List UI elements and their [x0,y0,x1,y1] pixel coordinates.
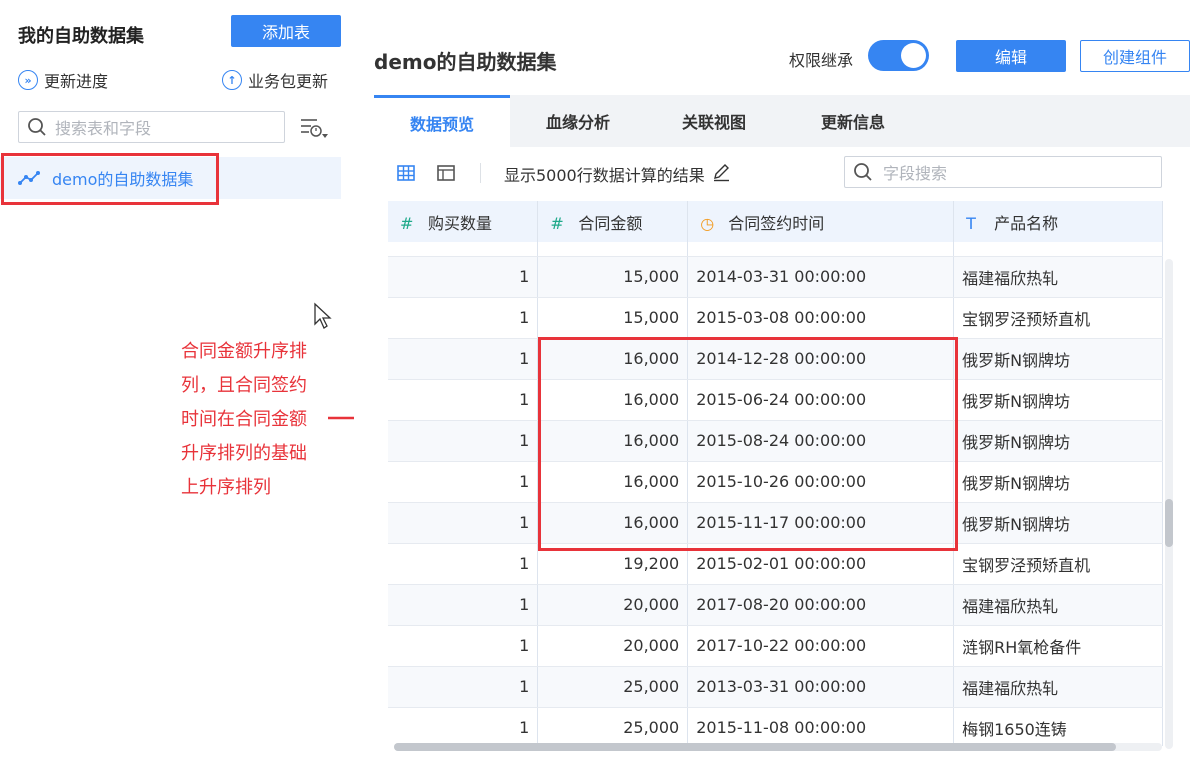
amount-cell[interactable]: 20,000 [537,625,689,667]
product-name-cell[interactable]: 俄罗斯N钢牌坊 [953,379,1163,421]
product-name-cell[interactable]: 宝钢罗泾预矫直机 [953,543,1163,585]
table-row[interactable]: 1 15,000 2015-03-08 00:00:00 宝钢罗泾预矫直机 [388,297,1163,339]
table-row [388,242,1163,257]
field-search-placeholder: 字段搜索 [883,164,948,183]
layout-view-icon[interactable] [436,163,456,183]
create-component-button[interactable]: 创建组件 [1080,40,1190,72]
tab-bar: 数据预览 血缘分析 关联视图 更新信息 [374,95,1190,147]
table-row[interactable]: 1 20,000 2017-10-22 00:00:00 涟钢RH氧枪备件 [388,625,1163,667]
quantity-cell[interactable]: 1 [388,379,539,421]
permission-inherit-label: 权限继承 [789,51,854,70]
page-title: demo的自助数据集 [374,50,557,74]
sign-date-cell[interactable]: 2014-03-31 00:00:00 [687,256,955,298]
column-header[interactable]: # 合同金额 [537,201,689,242]
sidebar-title: 我的自助数据集 [18,26,144,47]
annotation-line: 列，且合同签约 [181,375,307,396]
filter-sort-icon[interactable] [299,116,329,140]
product-name-cell[interactable]: 俄罗斯N钢牌坊 [953,338,1163,380]
annotation-line: 时间在合同金额 [181,409,307,430]
amount-cell[interactable]: 20,000 [537,584,689,626]
product-name-cell[interactable]: 梅钢1650连铸 [953,707,1163,746]
table-header-row: # 购买数量 # 合同金额 ◷ 合同签约时间 T 产品名称 [388,201,1163,242]
clock-type-icon: ◷ [700,213,715,233]
left-sidebar: 我的自助数据集 添加表 » 更新进度 ↑ 业务包更新 搜索表和字段 demo的自… [0,0,539,762]
column-header[interactable]: ◷ 合同签约时间 [687,201,955,242]
grid-view-icon[interactable] [396,163,416,183]
annotation-note: 合同金额升序排 列，且合同签约 时间在合同金额 升序排列的基础 上升序排列 [181,335,331,505]
table-row[interactable]: 1 25,000 2015-11-08 00:00:00 梅钢1650连铸 [388,707,1163,746]
horizontal-scrollbar[interactable] [394,743,1162,751]
rows-highlight-box [538,337,958,551]
display-rows-label: 显示5000行数据计算的结果 [504,166,705,185]
quantity-cell[interactable]: 1 [388,420,539,462]
quantity-cell[interactable]: 1 [388,584,539,626]
vertical-scrollbar[interactable] [1165,259,1173,749]
sign-date-cell[interactable]: 2015-03-08 00:00:00 [687,297,955,339]
quantity-cell[interactable]: 1 [388,256,539,298]
quantity-cell[interactable]: 1 [388,543,539,585]
quantity-cell[interactable]: 1 [388,625,539,667]
dataset-highlight-box [1,153,219,205]
field-search-input[interactable]: 字段搜索 [844,156,1162,188]
annotation-line: 合同金额升序排 [181,341,307,362]
annotation-line: 升序排列的基础 [181,443,307,464]
tab-lineage-analysis[interactable]: 血缘分析 [510,95,646,147]
upload-icon: ↑ [222,70,242,90]
sign-date-cell[interactable]: 2015-11-08 00:00:00 [687,707,955,746]
mouse-cursor-icon [314,302,332,329]
table-row[interactable]: 1 25,000 2013-03-31 00:00:00 福建福欣热轧 [388,666,1163,708]
amount-cell[interactable]: 15,000 [537,256,689,298]
number-type-icon: # [550,213,564,233]
sign-date-cell[interactable]: 2013-03-31 00:00:00 [687,666,955,708]
toolbar-divider [480,163,481,183]
text-type-icon: T [966,213,976,233]
search-icon [28,118,46,136]
package-update-label: 业务包更新 [248,72,329,91]
annotation-line: 上升序排列 [181,477,271,498]
package-update-link[interactable]: ↑ 业务包更新 [222,68,328,92]
quantity-cell[interactable]: 1 [388,666,539,708]
tab-update-info[interactable]: 更新信息 [782,95,924,147]
amount-cell[interactable]: 25,000 [537,707,689,746]
column-header[interactable]: T 产品名称 [953,201,1163,242]
sign-date-cell[interactable]: 2017-10-22 00:00:00 [687,625,955,667]
quantity-cell[interactable]: 1 [388,297,539,339]
permission-inherit-toggle[interactable] [868,40,929,71]
edit-button[interactable]: 编辑 [956,40,1066,72]
product-name-cell[interactable]: 俄罗斯N钢牌坊 [953,461,1163,503]
table-field-search-input[interactable]: 搜索表和字段 [18,111,285,143]
product-name-cell[interactable]: 福建福欣热轧 [953,584,1163,626]
quantity-cell[interactable]: 1 [388,707,539,746]
table-row[interactable]: 1 15,000 2014-03-31 00:00:00 福建福欣热轧 [388,256,1163,298]
column-header[interactable]: # 购买数量 [388,201,539,242]
sign-date-cell[interactable]: 2017-08-20 00:00:00 [687,584,955,626]
table-row[interactable]: 1 20,000 2017-08-20 00:00:00 福建福欣热轧 [388,584,1163,626]
number-type-icon: # [400,213,414,233]
tab-data-preview[interactable]: 数据预览 [374,95,510,147]
tab-relation-view[interactable]: 关联视图 [646,95,782,147]
pencil-icon[interactable] [711,162,731,182]
product-name-cell[interactable]: 福建福欣热轧 [953,256,1163,298]
amount-cell[interactable]: 25,000 [537,666,689,708]
product-name-cell[interactable]: 福建福欣热轧 [953,666,1163,708]
product-name-cell[interactable]: 俄罗斯N钢牌坊 [953,420,1163,462]
search-icon [854,163,872,181]
quantity-cell[interactable]: 1 [388,338,539,380]
quantity-cell[interactable]: 1 [388,502,539,544]
add-table-button[interactable]: 添加表 [231,15,341,47]
search-placeholder: 搜索表和字段 [55,119,152,138]
update-progress-label: 更新进度 [44,72,109,91]
product-name-cell[interactable]: 涟钢RH氧枪备件 [953,625,1163,667]
preview-toolbar: 显示5000行数据计算的结果 字段搜索 [374,147,1190,199]
update-progress-link[interactable]: » 更新进度 [18,68,108,92]
product-name-cell[interactable]: 宝钢罗泾预矫直机 [953,297,1163,339]
fast-forward-icon: » [18,70,38,90]
amount-cell[interactable]: 15,000 [537,297,689,339]
quantity-cell[interactable]: 1 [388,461,539,503]
product-name-cell[interactable]: 俄罗斯N钢牌坊 [953,502,1163,544]
